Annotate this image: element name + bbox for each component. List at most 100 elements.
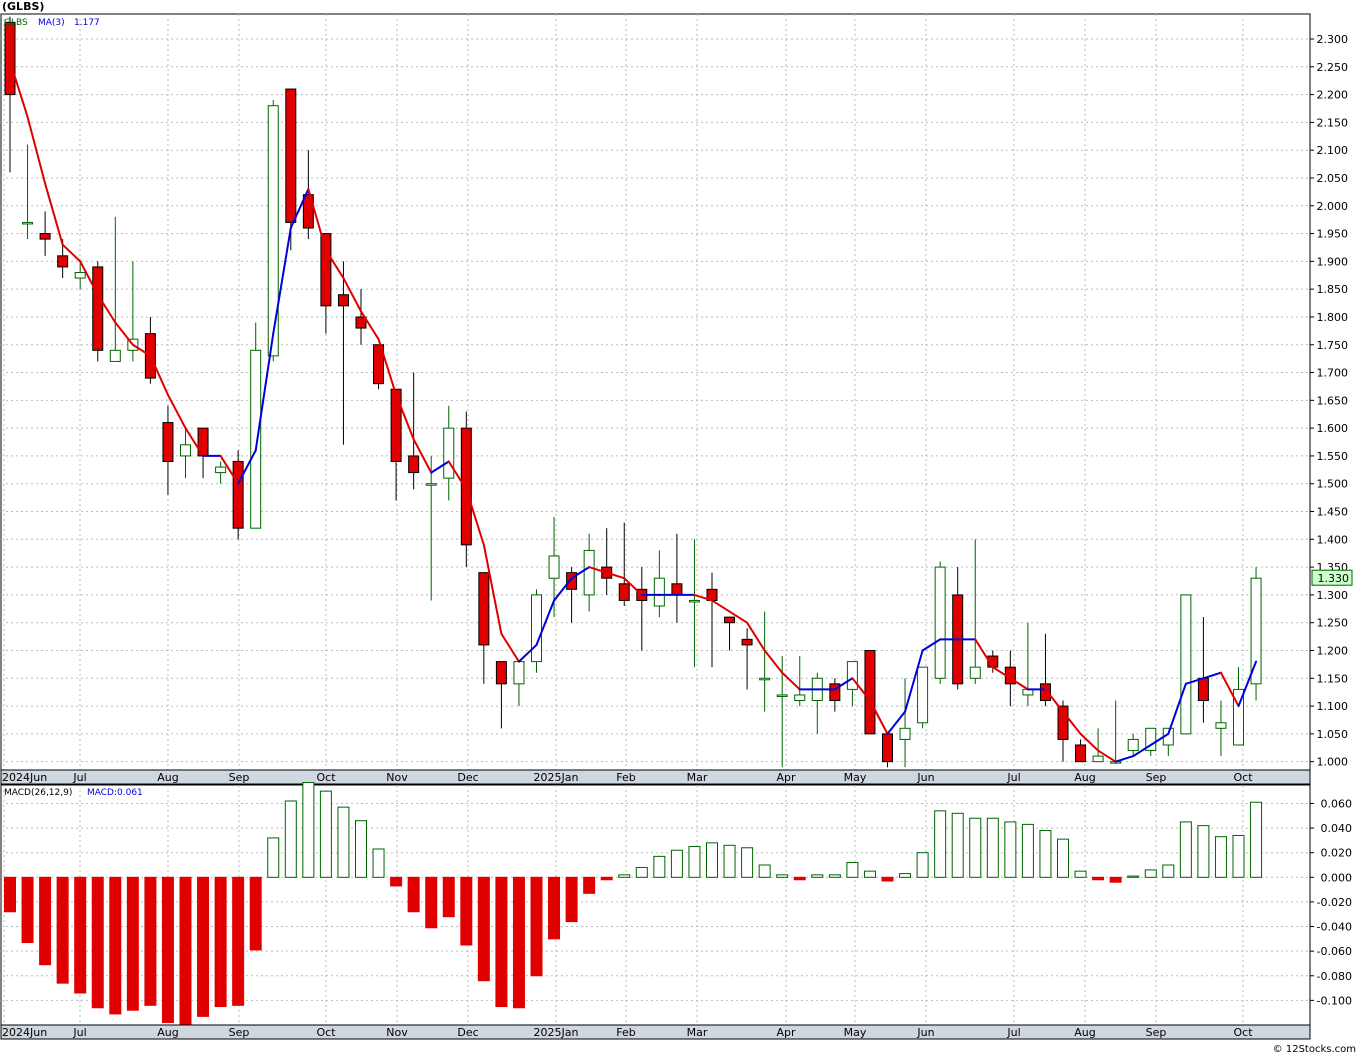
chart-canvas: (GLBS) 1.000 1.050 1.100 1.150 1.200 1.250 1.3… <box>0 0 1360 1056</box>
macd-bar-21 <box>372 848 385 878</box>
macd-bar-53 <box>934 810 947 878</box>
macd-bar-32 <box>565 876 578 923</box>
macd-bar-63 <box>1109 876 1122 883</box>
macd-x-label: Oct <box>1233 1026 1253 1039</box>
macd-bar-6 <box>109 876 122 1015</box>
macd-bar-62 <box>1092 876 1105 881</box>
macd-value-label: MACD:0.061 <box>87 788 143 798</box>
candle-body <box>1180 594 1192 735</box>
macd-bar-45 <box>793 876 806 881</box>
price-ytick-label: 1.300 <box>1317 589 1349 602</box>
macd-bar-57 <box>1004 821 1017 878</box>
macd-bar-20 <box>355 820 367 878</box>
ma-value: 1.177 <box>74 18 100 28</box>
candle-body <box>180 444 191 457</box>
price-x-bar <box>0 769 1311 785</box>
macd-bar-24 <box>425 876 438 929</box>
macd-bar-39 <box>688 846 701 878</box>
price-ytick-label: 1.850 <box>1317 283 1349 296</box>
price-ytick-label: 2.300 <box>1317 33 1349 46</box>
candle-67 <box>1180 594 1192 735</box>
price-ytick-label: 2.200 <box>1317 89 1349 102</box>
candle-body <box>899 727 911 740</box>
macd-x-label: Jul <box>1006 1026 1020 1039</box>
candle-body <box>531 594 542 663</box>
macd-x-label: May <box>844 1026 867 1039</box>
macd-bar-52 <box>916 852 929 878</box>
macd-bar-67 <box>1179 821 1192 878</box>
macd-bar-5 <box>91 876 104 1009</box>
candle-body <box>1127 738 1139 752</box>
price-ytick-label: 1.000 <box>1317 756 1349 769</box>
macd-bar-2 <box>39 876 52 966</box>
macd-bar-15 <box>267 837 280 878</box>
macd-bar-1 <box>21 876 34 944</box>
price-x-label: Aug <box>1074 771 1095 784</box>
candle-30 <box>531 589 542 673</box>
candle-body <box>495 661 507 685</box>
candle-body <box>618 583 630 601</box>
price-ytick-label: 1.900 <box>1317 255 1349 268</box>
price-ytick-label: 1.500 <box>1317 478 1349 491</box>
candle-15 <box>267 100 279 362</box>
ma-label: MA(3) <box>38 18 65 28</box>
price-x-label: Aug <box>157 771 178 784</box>
macd-ytick-label: 0.060 <box>1321 797 1353 810</box>
candle-body <box>548 555 560 579</box>
price-ytick-label: 1.700 <box>1317 367 1349 380</box>
price-x-label: Nov <box>386 771 408 784</box>
price-ytick-label: 1.450 <box>1317 506 1349 519</box>
stock-chart: (GLBS) 1.000 1.050 1.100 1.150 1.200 1.250 1.3… <box>0 0 1360 1056</box>
macd-ytick-label: -0.040 <box>1317 921 1352 934</box>
macd-bar-66 <box>1162 864 1175 878</box>
candle-body <box>917 666 929 724</box>
macd-bar-60 <box>1057 838 1069 878</box>
candle-body <box>215 466 227 474</box>
candle-body <box>741 638 753 646</box>
macd-bar-43 <box>758 864 771 878</box>
macd-x-bar <box>0 1024 1311 1040</box>
candle-body <box>776 694 788 697</box>
candle-body <box>320 233 332 307</box>
candle-body <box>4 21 16 96</box>
macd-x-label: Dec <box>457 1026 478 1039</box>
macd-bar-18 <box>319 790 332 878</box>
ticker-title: (GLBS) <box>2 0 44 13</box>
candle-body <box>688 599 700 603</box>
series-label: GLBS <box>4 18 28 28</box>
price-ytick-label: 1.800 <box>1317 311 1349 324</box>
macd-x-axis: 2024Jun Jul Aug Sep Oct Nov Dec 2025Jan Feb Mar Ap… <box>0 1024 1311 1040</box>
macd-bar-48 <box>846 862 859 878</box>
price-x-label: Jul <box>72 771 86 784</box>
macd-ytick-label: 0.000 <box>1321 871 1353 884</box>
price-ytick-label: 1.050 <box>1317 728 1349 741</box>
candle-body <box>109 349 121 362</box>
price-ytick-label: 1.250 <box>1317 617 1349 630</box>
candle-body <box>232 460 244 529</box>
macd-title: MACD(26,12,9) <box>4 788 72 798</box>
macd-bar-37 <box>653 855 666 878</box>
candle-body <box>1039 683 1051 702</box>
candle-body <box>443 427 455 479</box>
price-ytick-label: 2.000 <box>1317 200 1349 213</box>
macd-bar-58 <box>1021 823 1034 878</box>
macd-bar-46 <box>811 874 824 878</box>
macd-bar-28 <box>495 876 508 1008</box>
macd-bar-49 <box>863 870 876 878</box>
macd-bar-33 <box>583 876 596 894</box>
candle-body <box>250 349 262 529</box>
macd-x-label: Apr <box>776 1026 796 1039</box>
price-ytick-label: 2.150 <box>1317 116 1349 129</box>
macd-bar-56 <box>986 817 999 878</box>
macd-bar-35 <box>618 874 631 878</box>
candle-49 <box>864 649 876 735</box>
price-ytick-label: 2.100 <box>1317 144 1349 157</box>
candle-body <box>74 271 86 279</box>
macd-x-label: Oct <box>316 1026 336 1039</box>
macd-bar-51 <box>899 873 912 878</box>
macd-bar-17 <box>302 782 315 878</box>
price-x-label: Sep <box>1146 771 1167 784</box>
candle-body <box>969 666 981 679</box>
price-x-label: Dec <box>457 771 478 784</box>
candle-body <box>1092 755 1104 763</box>
